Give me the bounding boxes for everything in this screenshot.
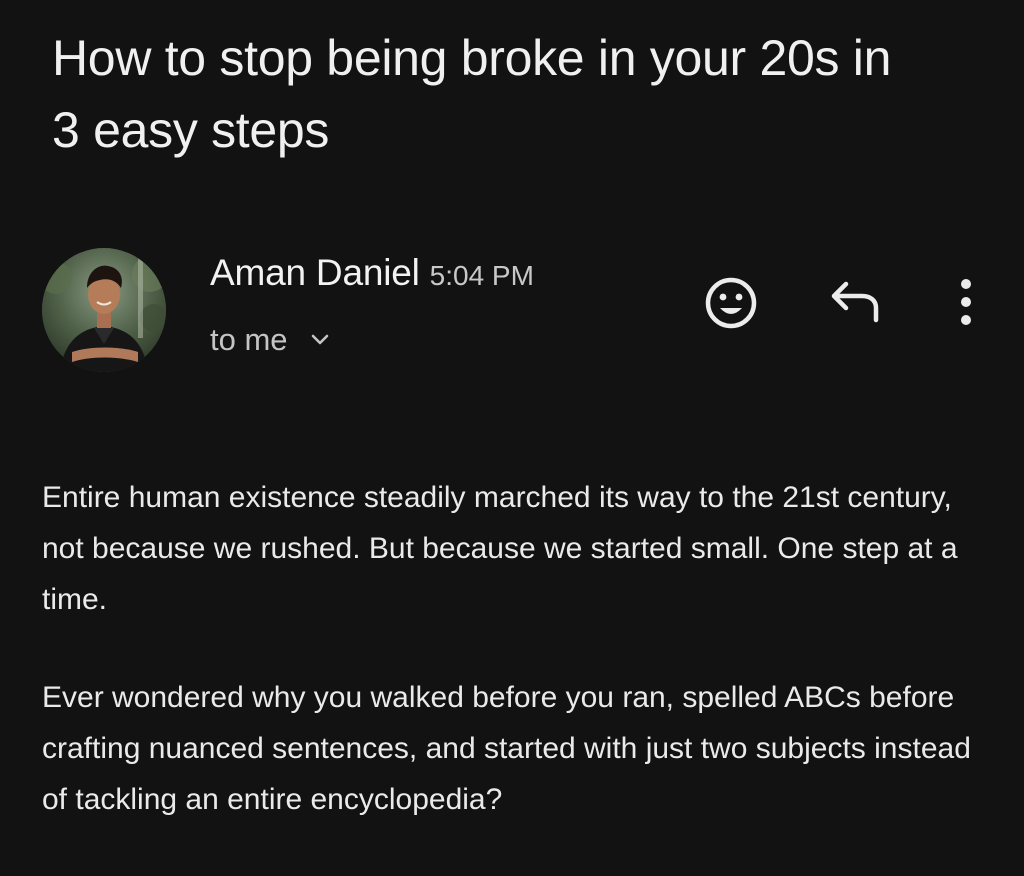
add-reaction-button[interactable] [700, 272, 762, 334]
sender-avatar[interactable] [42, 248, 166, 372]
recipient-details-toggle[interactable]: to me [210, 322, 330, 358]
avatar-photo-icon [42, 248, 166, 372]
reply-arrow-icon [831, 281, 879, 323]
body-paragraph: Ever wondered why you walked before you … [42, 681, 971, 816]
recipient-label: to me [210, 322, 288, 357]
sender-name[interactable]: Aman Daniel [210, 252, 420, 293]
email-subject: How to stop being broke in your 20s in 3… [52, 30, 892, 158]
sender-line: Aman Daniel 5:04 PM [210, 252, 534, 294]
sent-time: 5:04 PM [429, 260, 534, 291]
email-body: Entire human existence steadily marched … [42, 472, 992, 872]
vertical-dots-icon [961, 279, 971, 325]
chevron-down-icon [310, 330, 330, 350]
reply-button[interactable] [826, 278, 886, 328]
smiley-icon [705, 277, 757, 329]
body-paragraph: Entire human existence steadily marched … [42, 481, 958, 616]
more-options-button[interactable] [948, 276, 984, 328]
